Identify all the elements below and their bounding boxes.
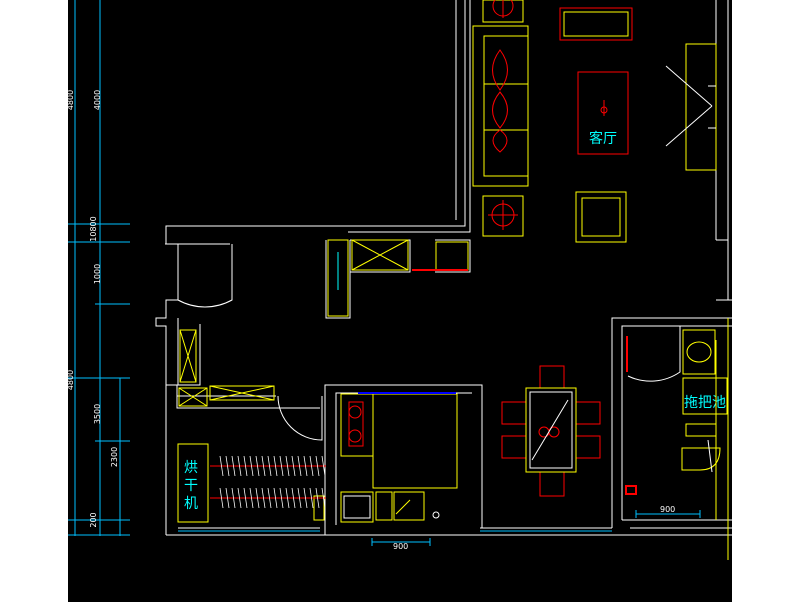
- drawing-background: [68, 0, 732, 602]
- dim-bottom-1: 900: [393, 542, 408, 551]
- dim-left-inner-4: 3500: [93, 404, 102, 424]
- dim-left-outer-top: 4800: [66, 90, 75, 110]
- dim-left-outer-bottom: 4800: [66, 370, 75, 390]
- room-label-living-room: 客厅: [589, 130, 617, 147]
- dim-left-inner-1: 4000: [93, 90, 102, 110]
- dim-left-inner-3: 1000: [93, 264, 102, 284]
- room-label-dryer-2: 干: [184, 478, 198, 494]
- room-label-dryer-3: 机: [184, 496, 198, 512]
- room-label-mop-sink: 拖把池: [684, 395, 726, 411]
- room-label-dryer-1: 烘: [184, 460, 198, 476]
- cad-floor-plan-view[interactable]: 4800 4800 4000 10800 1000 3500 2300 200: [0, 0, 800, 602]
- dim-bottom-2: 900: [660, 505, 675, 514]
- dim-left-inner-2: 10800: [89, 216, 98, 241]
- dim-left-inner-5: 2300: [110, 447, 119, 467]
- dim-left-inner-6: 200: [89, 512, 98, 527]
